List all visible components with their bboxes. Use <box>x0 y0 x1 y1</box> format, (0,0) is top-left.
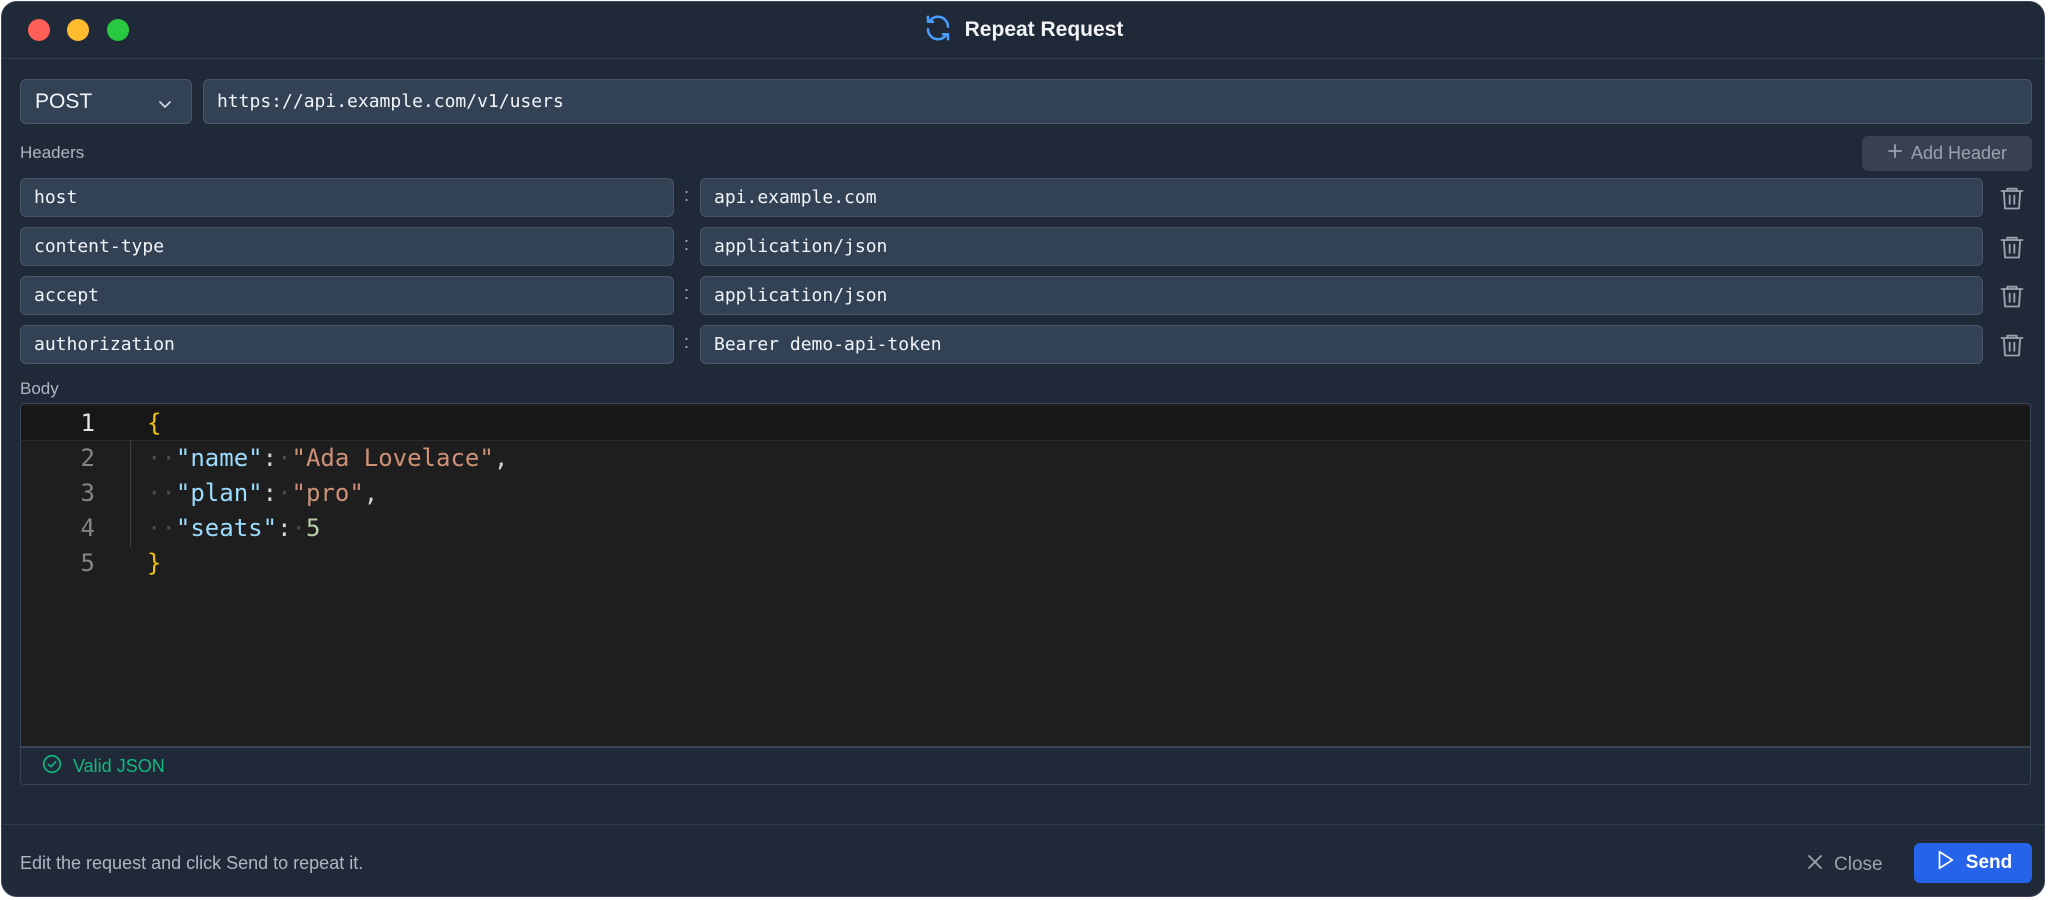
header-name-input[interactable]: authorization <box>20 325 674 364</box>
code-line: 4 ··"seats":·5 <box>21 511 2030 547</box>
footer-divider <box>2 824 2044 825</box>
header-name-value: authorization <box>34 334 175 355</box>
window-title-group: Repeat Request <box>2 2 2044 58</box>
header-name-value: accept <box>34 285 100 306</box>
code-line: 5 } <box>21 546 2030 582</box>
code-line: 1 { <box>21 406 2030 442</box>
code-content: ··"seats":·5 <box>147 514 321 542</box>
code-line: 3 ··"plan":·"pro", <box>21 476 2030 512</box>
header-separator: : <box>684 185 690 205</box>
body-label: Body <box>20 379 59 398</box>
code-line: 2 ··"name":·"Ada Lovelace", <box>21 441 2030 477</box>
validation-status: Valid JSON <box>73 755 165 776</box>
code-content: ··"plan":·"pro", <box>147 479 379 507</box>
header-separator: : <box>684 234 690 254</box>
send-button[interactable]: Send <box>1914 843 2032 883</box>
editor-status-bar: Valid JSON <box>20 747 2031 785</box>
refresh-icon <box>923 13 953 48</box>
send-label: Send <box>1965 852 2013 873</box>
header-name-input[interactable]: host <box>20 178 674 217</box>
header-value-input[interactable]: application/json <box>700 276 1983 315</box>
header-value-input[interactable]: api.example.com <box>700 178 1983 217</box>
body-editor[interactable]: 1 { 2 ··"name":·"Ada Lovelace", 3 ··"pla… <box>20 403 2031 747</box>
code-content: ··"name":·"Ada Lovelace", <box>147 444 509 472</box>
header-separator: : <box>684 283 690 303</box>
footer-hint: Edit the request and click Send to repea… <box>20 853 364 873</box>
headers-label: Headers <box>20 143 85 162</box>
header-name-value: content-type <box>34 236 165 257</box>
header-value-text: Bearer demo-api-token <box>714 334 942 355</box>
play-icon <box>1934 849 1956 877</box>
header-value-text: application/json <box>714 236 888 257</box>
url-value: https://api.example.com/v1/users <box>217 91 564 112</box>
code-close-brace: } <box>147 549 162 577</box>
trash-icon[interactable] <box>1998 331 2026 364</box>
indent-guide <box>130 440 131 547</box>
header-name-input[interactable]: accept <box>20 276 674 315</box>
header-value-input[interactable]: Bearer demo-api-token <box>700 325 1983 364</box>
close-button[interactable]: Close <box>1798 847 1891 883</box>
repeat-request-window: Repeat Request POST https://api.example.… <box>1 1 2045 897</box>
plus-icon <box>1887 143 1903 164</box>
line-number: 5 <box>80 549 95 577</box>
close-icon <box>1806 853 1824 877</box>
line-number: 3 <box>80 479 95 507</box>
trash-icon[interactable] <box>1998 184 2026 217</box>
header-separator: : <box>684 332 690 352</box>
method-select[interactable]: POST <box>20 79 192 124</box>
header-name-input[interactable]: content-type <box>20 227 674 266</box>
method-value: POST <box>35 89 93 113</box>
line-number: 2 <box>80 444 95 472</box>
check-circle-icon <box>41 753 63 780</box>
trash-icon[interactable] <box>1998 233 2026 266</box>
code-open-brace: { <box>147 409 162 437</box>
header-value-input[interactable]: application/json <box>700 227 1983 266</box>
titlebar: Repeat Request <box>2 2 2044 59</box>
chevron-down-icon <box>157 94 173 118</box>
line-number: 4 <box>80 514 95 542</box>
header-name-value: host <box>34 187 78 208</box>
header-value-text: api.example.com <box>714 187 877 208</box>
close-label: Close <box>1834 854 1883 875</box>
add-header-label: Add Header <box>1910 143 2008 163</box>
line-number: 1 <box>80 409 95 437</box>
header-value-text: application/json <box>714 285 888 306</box>
window-title: Repeat Request <box>964 18 1124 41</box>
url-input[interactable]: https://api.example.com/v1/users <box>203 79 2032 124</box>
add-header-button[interactable]: Add Header <box>1862 136 2032 171</box>
trash-icon[interactable] <box>1998 282 2026 315</box>
